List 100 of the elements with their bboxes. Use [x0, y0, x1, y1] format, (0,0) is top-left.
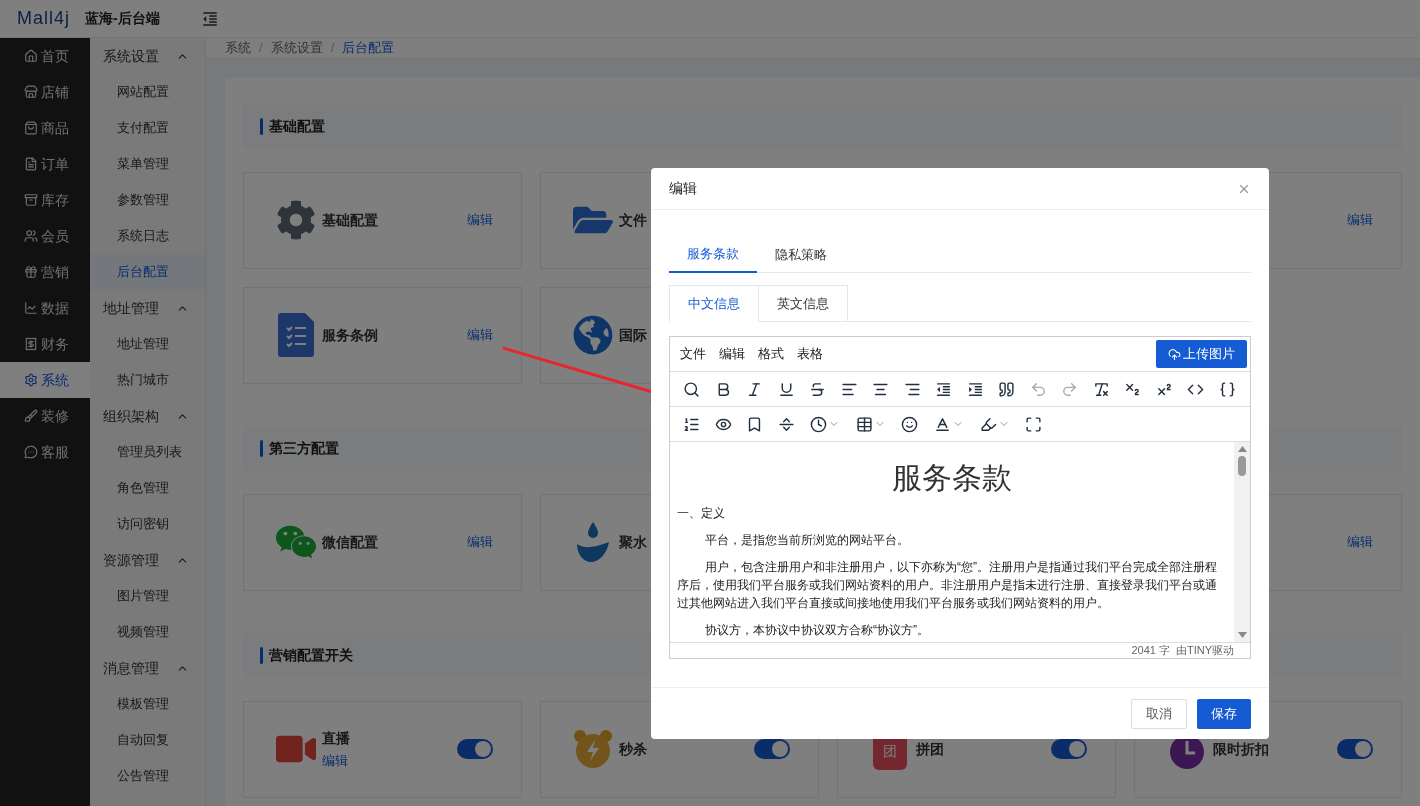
numbered-list-icon	[683, 415, 701, 433]
sub-menu-item[interactable]: 模板管理	[89, 686, 205, 722]
card-title: 基础配置	[322, 210, 378, 230]
menu-group-header[interactable]: 资源管理	[89, 542, 205, 578]
breadcrumb-item[interactable]: 系统设置	[270, 38, 323, 58]
undo-icon	[1029, 380, 1047, 398]
save-button[interactable]: 保存	[1197, 698, 1251, 729]
sub-menu-item[interactable]: 系统日志	[89, 218, 205, 254]
underline-icon	[777, 380, 795, 398]
card-title: 服务条例	[322, 325, 378, 345]
main-menu-item[interactable]: 财务	[0, 326, 90, 362]
breadcrumb-item[interactable]: 系统	[225, 38, 251, 58]
dialog-tab[interactable]: 服务条款	[669, 236, 757, 273]
menu-group-header[interactable]: 系统设置	[89, 38, 205, 74]
water-drop-icon	[576, 520, 610, 564]
cancel-button[interactable]: 取消	[1131, 698, 1187, 729]
sub-menu-item[interactable]: 自动回复	[89, 722, 205, 758]
edit-link[interactable]: 编辑	[467, 325, 493, 345]
sub-menu-item[interactable]: 视频管理	[89, 614, 205, 650]
sub-menu-item[interactable]: 管理员列表	[89, 434, 205, 470]
editor-menu-item[interactable]: 文件	[680, 344, 706, 364]
breadcrumb-item: 后台配置	[342, 39, 395, 57]
toggle-switch[interactable]	[1051, 739, 1087, 759]
menu-fold-icon[interactable]	[200, 9, 219, 28]
edit-link[interactable]: 编辑	[322, 750, 350, 771]
sub-menu-item[interactable]: 热门城市	[89, 362, 205, 398]
sub-menu-item[interactable]: 参数管理	[89, 182, 205, 218]
menu-item-icon	[24, 193, 38, 207]
main-menu-item[interactable]: 数据	[0, 290, 90, 326]
sub-menu-item[interactable]: 后台配置	[89, 254, 205, 290]
indent-icon	[966, 380, 984, 398]
menu-group-header[interactable]: 地址管理	[89, 290, 205, 326]
main-menu-item[interactable]: 店铺	[0, 74, 90, 110]
editor-menu-item[interactable]: 表格	[797, 344, 823, 364]
main-menu-item[interactable]: 会员	[0, 218, 90, 254]
main-menu-item[interactable]: 营销	[0, 254, 90, 290]
main-menu-item[interactable]: 库存	[0, 182, 90, 218]
scrollbar-thumb[interactable]	[1238, 456, 1246, 476]
strike-icon	[809, 380, 827, 398]
redo-icon	[1061, 380, 1079, 398]
main-menu-item[interactable]: 客服	[0, 434, 90, 470]
app-title: 蓝海-后台端	[85, 9, 160, 28]
editor-menu-item[interactable]: 格式	[758, 344, 784, 364]
sub-menu-item[interactable]: 菜单管理	[89, 146, 205, 182]
document-paragraph: 协议方，本协议中协议双方合称“协议方”。	[704, 622, 930, 639]
main-menu-item[interactable]: 首页	[0, 38, 90, 74]
sub-menu-item[interactable]: 网站配置	[89, 74, 205, 110]
document-paragraph: 平台，是指您当前所浏览的网站平台。	[704, 532, 910, 549]
highlight-icon	[979, 415, 997, 433]
breadcrumb-separator: /	[259, 39, 263, 57]
upload-image-button[interactable]: 上传图片	[1156, 340, 1247, 368]
powered-by-text: 由TINY驱动	[1175, 643, 1234, 659]
logo: Mall4j	[17, 7, 71, 30]
card-title: 文件	[619, 210, 647, 230]
card-title: 限时折扣	[1213, 739, 1269, 759]
edit-link[interactable]: 编辑	[467, 532, 493, 552]
main-menu-item[interactable]: 系统	[0, 362, 90, 398]
page-break-icon	[777, 415, 795, 433]
language-tab[interactable]: 中文信息	[669, 285, 759, 322]
code-sample-icon	[1218, 380, 1236, 398]
card-title: 秒杀	[619, 739, 647, 759]
toggle-switch[interactable]	[457, 739, 493, 759]
scroll-up-icon[interactable]	[1237, 446, 1247, 452]
sub-menu-item[interactable]: 访问密钥	[89, 506, 205, 542]
edit-link[interactable]: 编辑	[1347, 210, 1373, 230]
search-icon	[683, 380, 701, 398]
menu-item-icon	[24, 301, 38, 315]
scroll-down-icon[interactable]	[1237, 632, 1247, 638]
menu-group-header[interactable]: 消息管理	[89, 650, 205, 686]
language-tab[interactable]: 英文信息	[759, 285, 848, 322]
main-menu-item[interactable]: 商品	[0, 110, 90, 146]
menu-item-icon	[24, 445, 38, 459]
emoji-icon	[901, 415, 919, 433]
editor-menu-item[interactable]: 编辑	[719, 344, 745, 364]
document-icon	[278, 313, 314, 357]
scrollbar[interactable]	[1234, 442, 1250, 642]
toggle-switch[interactable]	[1337, 739, 1373, 759]
edit-link[interactable]: 编辑	[1347, 532, 1373, 552]
menu-item-icon	[24, 157, 38, 171]
dialog-title: 编辑	[669, 179, 697, 198]
breadcrumb-separator: /	[330, 39, 335, 57]
dialog-tab[interactable]: 隐私策略	[757, 236, 845, 273]
main-menu-item[interactable]: 装修	[0, 398, 90, 434]
menu-group-header[interactable]: 组织架构	[89, 398, 205, 434]
table-icon	[856, 415, 873, 433]
section-accent-bar	[260, 439, 263, 457]
section-title: 基础配置	[269, 116, 325, 136]
cloud-upload-icon	[1168, 347, 1181, 361]
document-heading: 服务条款	[891, 460, 1013, 496]
edit-link[interactable]: 编辑	[467, 210, 493, 230]
sub-menu-item[interactable]: 支付配置	[89, 110, 205, 146]
toggle-switch[interactable]	[754, 739, 790, 759]
sub-menu-item[interactable]: 公告管理	[89, 758, 205, 794]
sub-menu-item[interactable]: 地址管理	[89, 326, 205, 362]
section-accent-bar	[260, 646, 263, 664]
sub-menu-item[interactable]: 角色管理	[89, 470, 205, 506]
time-icon	[810, 415, 827, 433]
sub-menu-item[interactable]: 图片管理	[89, 578, 205, 614]
clear-format-icon	[1092, 380, 1110, 398]
main-menu-item[interactable]: 订单	[0, 146, 90, 182]
